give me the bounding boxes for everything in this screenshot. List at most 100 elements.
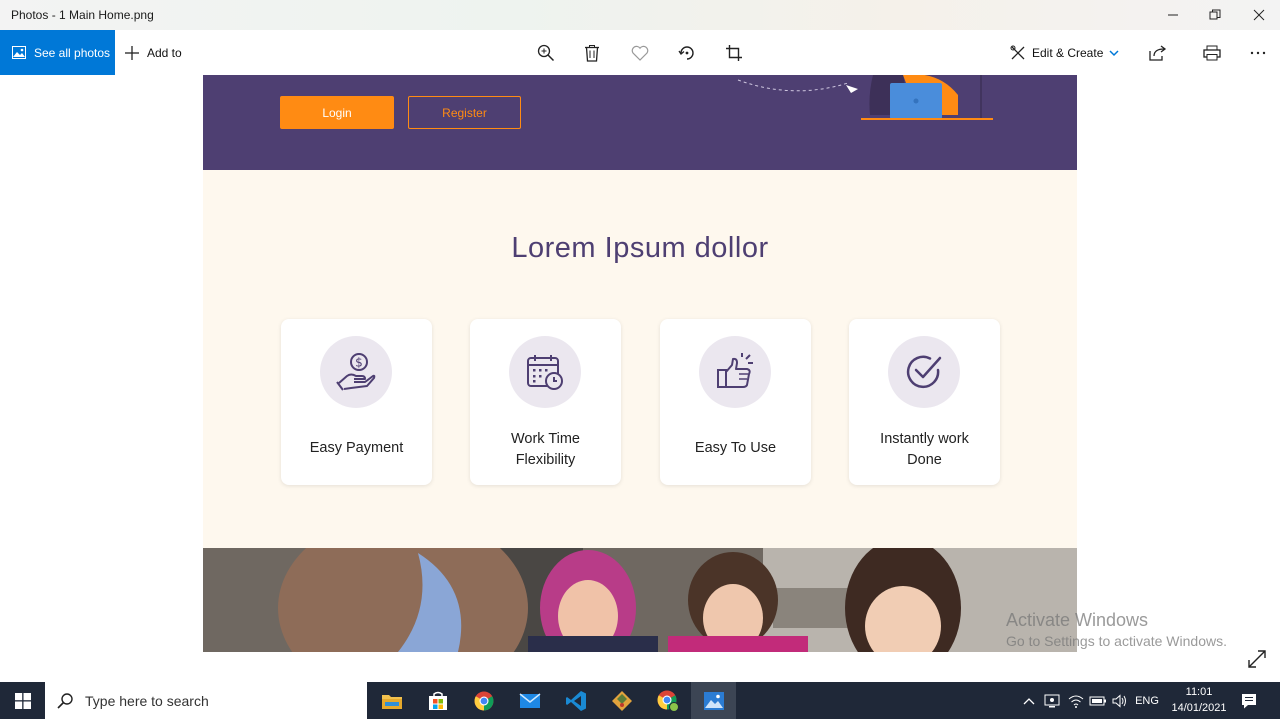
- share-button[interactable]: [1143, 38, 1173, 68]
- taskbar-vscode[interactable]: [553, 682, 598, 719]
- volume-icon: [1112, 693, 1126, 708]
- edit-create-button[interactable]: Edit & Create: [1010, 30, 1119, 75]
- section-title: Lorem Ipsum dollor: [511, 232, 769, 264]
- chrome-profile-icon: [657, 690, 679, 712]
- svg-text:$: $: [355, 356, 363, 370]
- title-bar: Photos - 1 Main Home.png: [0, 0, 1280, 30]
- favorite-button[interactable]: [625, 38, 655, 68]
- network-button[interactable]: [1065, 682, 1087, 719]
- feature-card-work-time[interactable]: Work Time Flexibility: [470, 319, 621, 485]
- hero-section: Login Register: [203, 75, 1077, 170]
- vscode-icon: [565, 690, 586, 711]
- share-icon: [1149, 45, 1167, 61]
- check-circle-icon: [906, 355, 942, 389]
- see-all-photos-button[interactable]: See all photos: [0, 30, 115, 75]
- feature-card-instantly-done[interactable]: Instantly work Done: [849, 319, 1000, 485]
- payment-hand-icon: $: [336, 353, 376, 391]
- delete-icon: [585, 45, 599, 62]
- minimize-icon: [1168, 14, 1178, 16]
- feature-label: Easy Payment: [309, 440, 404, 456]
- start-button[interactable]: [0, 682, 45, 719]
- delete-button[interactable]: [577, 38, 607, 68]
- action-center-button[interactable]: [1236, 682, 1262, 719]
- register-button[interactable]: Register: [408, 96, 521, 129]
- taskbar-clock[interactable]: 11:01 14/01/2021: [1165, 684, 1233, 716]
- taskbar-store[interactable]: [415, 682, 460, 719]
- rotate-button[interactable]: [672, 38, 702, 68]
- clock-date: 14/01/2021: [1171, 702, 1227, 714]
- calendar-clock-icon: [527, 355, 563, 390]
- print-icon: [1203, 45, 1221, 61]
- add-to-button[interactable]: Add to: [124, 30, 182, 75]
- taskbar-mail[interactable]: [507, 682, 552, 719]
- minimize-button[interactable]: [1150, 0, 1196, 30]
- thumbs-up-icon: [717, 353, 753, 388]
- fullscreen-button[interactable]: [1246, 648, 1268, 670]
- login-button[interactable]: Login: [280, 96, 394, 129]
- battery-icon: [1089, 696, 1106, 705]
- store-icon: [428, 691, 447, 710]
- git-app-icon: [611, 690, 632, 711]
- windows-logo-icon: [14, 692, 31, 709]
- mail-icon: [519, 692, 540, 708]
- taskbar-photos[interactable]: [691, 682, 736, 719]
- restore-button[interactable]: [1192, 0, 1238, 30]
- print-button[interactable]: [1197, 38, 1227, 68]
- language-indicator[interactable]: ENG: [1133, 682, 1161, 719]
- file-explorer-icon: [381, 694, 402, 709]
- hero-illustration: [737, 75, 993, 120]
- taskbar-chrome-profile[interactable]: [645, 682, 690, 719]
- feature-card-easy-to-use[interactable]: Easy To Use: [660, 319, 811, 485]
- chrome-icon: [474, 691, 493, 710]
- chevron-up-icon: [1023, 697, 1035, 704]
- battery-button[interactable]: [1087, 682, 1109, 719]
- add-to-label: Add to: [147, 45, 182, 60]
- feature-icon-badge: [699, 336, 771, 408]
- notification-icon: [1242, 693, 1256, 708]
- chevron-down-icon: [1109, 49, 1119, 56]
- search-icon: [57, 692, 73, 709]
- restore-icon: [1209, 9, 1221, 20]
- taskbar-chrome[interactable]: [461, 682, 506, 719]
- rotate-icon: [678, 46, 694, 60]
- zoom-icon: [537, 44, 555, 62]
- feature-icon-badge: [888, 336, 960, 408]
- close-button[interactable]: [1236, 0, 1280, 30]
- features-section: Lorem Ipsum dollor $ Easy Payment Work T…: [203, 170, 1077, 548]
- feature-label-line2: Done: [907, 452, 942, 468]
- more-options-button[interactable]: [1243, 38, 1273, 68]
- taskbar-git-app[interactable]: [599, 682, 644, 719]
- more-icon: [1250, 51, 1266, 55]
- crop-icon: [726, 45, 742, 61]
- feature-label: Work Time: [510, 431, 581, 447]
- tray-app-icon: [1044, 694, 1060, 707]
- activate-windows-subtitle: Go to Settings to activate Windows.: [1006, 633, 1227, 649]
- close-icon: [1253, 9, 1265, 21]
- crop-button[interactable]: [719, 38, 749, 68]
- zoom-button[interactable]: [531, 38, 561, 68]
- search-placeholder: Type here to search: [85, 692, 209, 709]
- photos-app-icon: [703, 691, 724, 710]
- window-title: Photos - 1 Main Home.png: [11, 8, 154, 22]
- wifi-icon: [1068, 695, 1084, 708]
- activate-windows-title: Activate Windows: [1006, 610, 1149, 630]
- see-all-photos-label: See all photos: [34, 45, 111, 60]
- photos-icon: [12, 46, 26, 59]
- displayed-image[interactable]: Login Register Lorem Ipsum dollor $ Easy…: [203, 75, 1077, 652]
- feature-icon-badge: $: [320, 336, 392, 408]
- show-hidden-icons[interactable]: [1019, 682, 1039, 719]
- feature-card-easy-payment[interactable]: $ Easy Payment: [281, 319, 432, 485]
- taskbar: Type here to search ENG 11:01 14/01/2021: [0, 682, 1280, 719]
- team-photo-image: [203, 548, 1077, 652]
- team-photo: [203, 548, 1077, 652]
- taskbar-file-explorer[interactable]: [369, 682, 414, 719]
- taskbar-search-box[interactable]: Type here to search: [45, 682, 367, 719]
- edit-create-label: Edit & Create: [1032, 45, 1104, 60]
- plus-icon: [125, 45, 139, 60]
- feature-label: Instantly work: [880, 431, 969, 447]
- tray-app[interactable]: [1041, 682, 1063, 719]
- feature-label-line2: Flexibility: [515, 452, 576, 468]
- volume-button[interactable]: [1109, 682, 1131, 719]
- edit-create-icon: [1010, 45, 1025, 59]
- photos-toolbar: See all photos Add to Edit & Create: [0, 30, 1280, 75]
